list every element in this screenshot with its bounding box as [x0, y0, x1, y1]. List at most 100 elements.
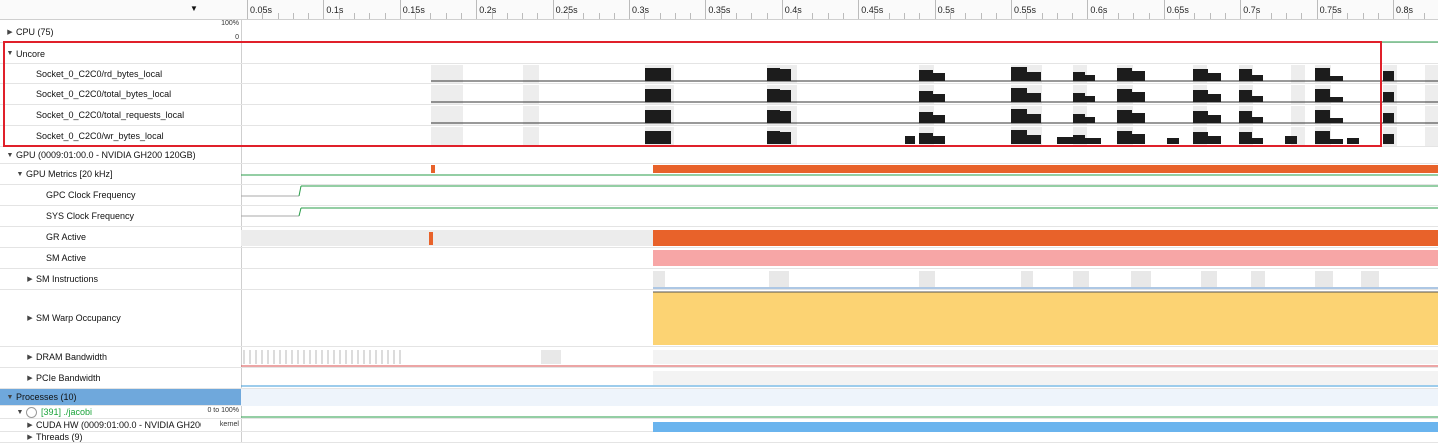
uncore-bar: [1330, 118, 1343, 123]
sm-instructions-bar: [1073, 271, 1089, 287]
tree-row[interactable]: ▶ SM Instructions: [0, 269, 201, 290]
pcie-bandwidth-area: [653, 371, 1438, 385]
dram-bandwidth-tick: [243, 350, 245, 364]
timeline-pane[interactable]: 0.05s 0.1s 0.15s 0.2s 0.25s 0.3s 0.35s 0.4s 0.45…: [241, 0, 1438, 443]
uncore-bar: [1239, 132, 1252, 144]
burst-background: [523, 127, 539, 146]
burst-background: [1291, 65, 1305, 83]
gpc-clock-step: [298, 185, 302, 197]
burst-background: [1291, 106, 1305, 125]
tree-row[interactable]: ▶ PCIe Bandwidth: [0, 368, 201, 389]
tree-row[interactable]: ▶ CPU (75): [0, 22, 201, 43]
uncore-bar: [1330, 97, 1343, 102]
value-row: [201, 164, 241, 185]
value-column-header: [201, 0, 241, 20]
uncore-bar: [1073, 72, 1085, 81]
tree-row[interactable]: ▼ GPU Metrics [20 kHz]: [0, 164, 201, 185]
expand-down-icon[interactable]: ▼: [4, 152, 16, 159]
value-row: [201, 84, 241, 105]
tree-row[interactable]: ▼ GPU (0009:01:00.0 - NVIDIA GH200 120GB): [0, 147, 201, 164]
dram-bandwidth-tick: [339, 350, 341, 364]
process-circle-icon: [26, 406, 37, 418]
value-row: [201, 105, 241, 126]
uncore-bar: [1383, 134, 1394, 144]
value-row: [201, 269, 241, 290]
value-row: [201, 347, 241, 368]
uncore-bar: [1027, 72, 1041, 81]
tree-row-label: DRAM Bandwidth: [36, 352, 108, 362]
uncore-bar: [780, 90, 791, 102]
dram-bandwidth-tick: [273, 350, 275, 364]
uncore-bar: [1193, 69, 1208, 81]
expand-down-icon[interactable]: ▼: [4, 394, 16, 401]
value-row: [201, 44, 241, 64]
expand-right-icon[interactable]: ▶: [24, 353, 36, 361]
uncore-bar: [1239, 90, 1252, 102]
tree-row[interactable]: Socket_0_C2C0/total_bytes_local: [0, 84, 201, 105]
expand-right-icon[interactable]: ▶: [4, 28, 16, 36]
tree-row[interactable]: ▶ DRAM Bandwidth: [0, 347, 201, 368]
expand-right-icon[interactable]: ▶: [24, 433, 36, 441]
uncore-bar: [1132, 92, 1145, 102]
dram-bandwidth-tick: [261, 350, 263, 364]
tree-row-label: GPC Clock Frequency: [46, 190, 136, 200]
expand-down-icon[interactable]: ▼: [14, 171, 26, 178]
uncore-bar: [1252, 138, 1263, 144]
uncore-bar: [780, 69, 791, 81]
dram-bandwidth-tick: [249, 350, 251, 364]
burst-background: [1425, 127, 1438, 146]
uncore-bar: [767, 110, 780, 123]
uncore-bar: [1315, 131, 1330, 144]
tree-row[interactable]: Socket_0_C2C0/total_requests_local: [0, 105, 201, 126]
uncore-bar: [1117, 89, 1132, 102]
tree-row[interactable]: ▼ Uncore: [0, 44, 201, 64]
sm-instructions-bar: [1131, 271, 1151, 287]
expand-down-icon[interactable]: ▼: [14, 409, 26, 416]
uncore-bar: [1239, 69, 1252, 81]
uncore-bar: [659, 89, 671, 102]
tree-row[interactable]: ▶ CUDA HW (0009:01:00.0 - NVIDIA GH200: [0, 419, 205, 432]
tree-row-label: SYS Clock Frequency: [46, 211, 135, 221]
tree-row[interactable]: SM Active: [0, 248, 201, 269]
expand-right-icon[interactable]: ▶: [24, 275, 36, 283]
tree-row[interactable]: ▼ Processes (10): [0, 389, 201, 406]
uncore-bar: [1073, 114, 1085, 123]
uncore-bar: [659, 131, 671, 144]
dram-bandwidth-tick: [333, 350, 335, 364]
uncore-bar: [905, 136, 915, 144]
dram-bandwidth-spike: [541, 350, 561, 364]
burst-background: [431, 85, 463, 104]
uncore-bar: [919, 70, 933, 81]
uncore-bar: [645, 110, 659, 123]
value-row: [201, 206, 241, 227]
uncore-bar: [1027, 93, 1041, 102]
dram-bandwidth-tick: [309, 350, 311, 364]
expand-right-icon[interactable]: ▶: [24, 421, 36, 429]
expand-down-icon[interactable]: ▼: [4, 50, 16, 57]
cuda-kernel-label: kernel: [219, 421, 239, 428]
caret-down-icon[interactable]: ▼: [190, 4, 198, 13]
tree-row[interactable]: ▼ [391] ./jacobi: [0, 406, 201, 419]
tree-row[interactable]: GR Active: [0, 227, 201, 248]
uncore-bar: [1193, 111, 1208, 123]
tree-row-label: Socket_0_C2C0/total_requests_local: [36, 110, 185, 120]
tree-row[interactable]: Socket_0_C2C0/rd_bytes_local: [0, 64, 201, 84]
expand-right-icon[interactable]: ▶: [24, 314, 36, 322]
tree-row[interactable]: SYS Clock Frequency: [0, 206, 201, 227]
uncore-bar: [919, 112, 933, 123]
tree-row[interactable]: ▶ SM Warp Occupancy: [0, 290, 201, 347]
value-row: [201, 290, 241, 347]
expand-right-icon[interactable]: ▶: [24, 374, 36, 382]
uncore-bar: [933, 136, 945, 144]
dram-bandwidth-tick: [363, 350, 365, 364]
selected-row-band: [241, 389, 1438, 406]
uncore-bar: [1073, 135, 1085, 144]
tree-row[interactable]: GPC Clock Frequency: [0, 185, 201, 206]
value-row: [201, 227, 241, 248]
tree-row[interactable]: Socket_0_C2C0/wr_bytes_local: [0, 126, 201, 147]
dram-bandwidth-tick: [399, 350, 401, 364]
uncore-bar: [1383, 113, 1394, 123]
uncore-bar: [645, 68, 659, 81]
tree-row[interactable]: ▶ Threads (9): [0, 432, 201, 443]
burst-background: [523, 106, 539, 125]
